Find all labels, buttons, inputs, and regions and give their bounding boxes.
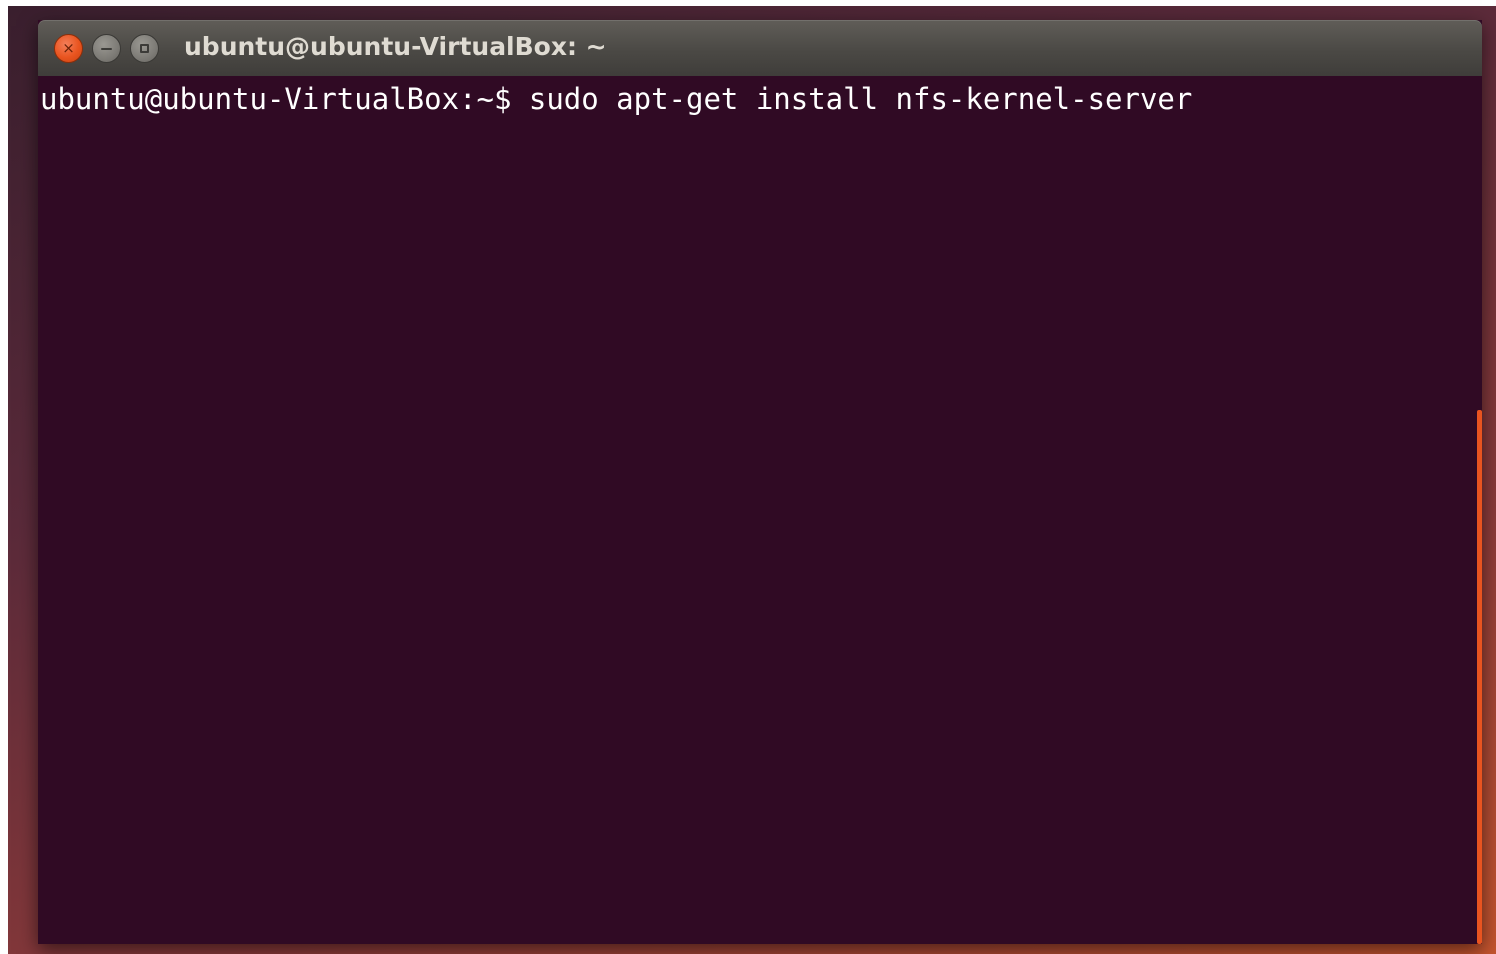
desktop-background: × ubuntu@ubuntu-VirtualBox: ~ ubuntu@ubu… [8,6,1496,954]
window-titlebar[interactable]: × ubuntu@ubuntu-VirtualBox: ~ [38,20,1482,76]
minimize-button[interactable] [92,34,121,63]
scrollbar[interactable] [1477,410,1482,944]
maximize-button[interactable] [130,34,159,63]
maximize-icon [140,44,149,53]
command-text: sudo apt-get install nfs-kernel-server [528,82,1193,116]
minimize-icon [101,47,112,50]
window-title: ubuntu@ubuntu-VirtualBox: ~ [184,32,607,61]
terminal-area[interactable]: ubuntu@ubuntu-VirtualBox:~$ sudo apt-get… [38,76,1482,944]
shell-prompt: ubuntu@ubuntu-VirtualBox:~$ [40,82,512,116]
terminal-window: × ubuntu@ubuntu-VirtualBox: ~ ubuntu@ubu… [38,20,1482,944]
close-button[interactable]: × [54,34,83,63]
close-icon: × [62,39,75,57]
command-line: ubuntu@ubuntu-VirtualBox:~$ sudo apt-get… [40,82,1192,116]
